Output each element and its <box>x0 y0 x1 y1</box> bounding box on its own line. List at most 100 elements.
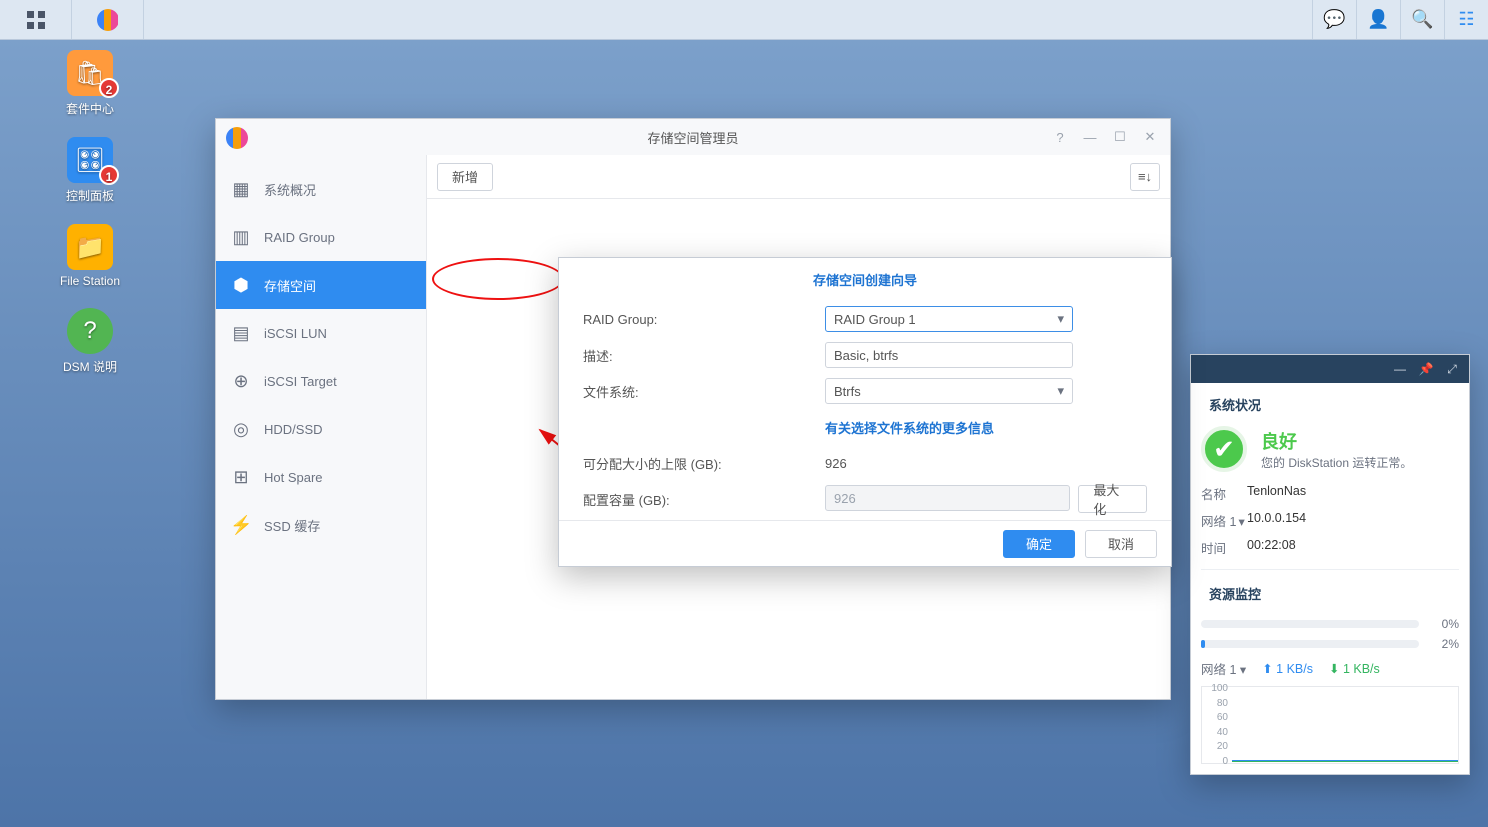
info-key[interactable]: 网络 1▾ <box>1201 511 1247 530</box>
max-alloc-value: 926 <box>825 456 847 471</box>
fs-info-link[interactable]: 有关选择文件系统的更多信息 <box>825 418 994 437</box>
taskbar: 💬 👤 🔍 ☷ <box>0 0 1488 40</box>
disk-icon: ◎ <box>230 419 252 440</box>
search-icon: 🔍 <box>1411 9 1433 30</box>
badge: 2 <box>99 78 119 98</box>
main-menu-button[interactable] <box>0 0 72 39</box>
sidebar-item-label: iSCSI LUN <box>264 326 327 341</box>
sidebar-item-label: 存储空间 <box>264 276 316 295</box>
sidebar-item-iscsi-lun[interactable]: ▤ iSCSI LUN <box>216 309 426 357</box>
select-value: Btrfs <box>834 384 861 399</box>
sort-button[interactable]: ≡↓ <box>1130 163 1160 191</box>
button-label: 确定 <box>1026 534 1052 553</box>
sidebar-item-raid-group[interactable]: ▥RAID Group <box>216 213 426 261</box>
ok-button[interactable]: 确定 <box>1003 530 1075 558</box>
grid-icon <box>27 11 45 29</box>
pin-icon[interactable]: 📌 <box>1415 362 1437 376</box>
desc-input[interactable]: Basic, btrfs <box>825 342 1073 368</box>
wizard-title: 存储空间创建向导 <box>559 258 1171 303</box>
chat-icon: 💬 <box>1323 9 1345 30</box>
info-value: TenlonNas <box>1247 484 1306 503</box>
titlebar[interactable]: 存储空间管理员 ? — ☐ ✕ <box>216 119 1170 155</box>
wizard-footer: 确定 取消 <box>559 520 1171 566</box>
input-value: Basic, btrfs <box>834 348 898 363</box>
help-button[interactable]: ? <box>1046 125 1074 149</box>
desktop-icon-package-center[interactable]: 🛍2 套件中心 <box>30 50 150 117</box>
tray-widget[interactable]: ☷ <box>1444 0 1488 39</box>
storage-manager-icon <box>97 9 119 31</box>
taskbar-app-storage-manager[interactable] <box>72 0 144 39</box>
tray-search[interactable]: 🔍 <box>1400 0 1444 39</box>
maximize-button[interactable]: 最大化 <box>1078 485 1147 513</box>
cancel-button[interactable]: 取消 <box>1085 530 1157 558</box>
net-label[interactable]: 网络 1 ▾ <box>1201 659 1246 678</box>
net-chart: 100 80 60 40 20 0 <box>1201 686 1459 764</box>
bar-percent: 2% <box>1429 637 1459 651</box>
desktop-icon-control-panel[interactable]: 🎛1 控制面板 <box>30 137 150 204</box>
chart-y-axis: 100 80 60 40 20 0 <box>1198 683 1228 767</box>
label-raid-group: RAID Group: <box>583 312 825 327</box>
chevron-down-icon: ▾ <box>1238 515 1244 529</box>
widget-section-title: 系统状况 <box>1201 389 1459 422</box>
status-row: ✔ 良好 您的 DiskStation 运转正常。 <box>1201 422 1459 480</box>
sidebar-item-label: 系统概况 <box>264 180 316 199</box>
sidebar-item-label: SSD 缓存 <box>264 516 320 535</box>
maximize-button[interactable]: ☐ <box>1106 125 1134 149</box>
desktop-icon-file-station[interactable]: 📁 File Station <box>30 224 150 288</box>
add-button[interactable]: 新增 <box>437 163 493 191</box>
chart-series-up <box>1232 760 1458 761</box>
minimize-button[interactable]: — <box>1076 125 1104 149</box>
sidebar: ▦ 系统概况 ▥RAID Group ⬢ 存储空间 ▤ iSCSI LUN ⊕ iSCS… <box>216 155 426 699</box>
sidebar-item-label: HDD/SSD <box>264 422 323 437</box>
input-value: 926 <box>834 491 856 506</box>
cubes-icon: ⬢ <box>230 275 252 296</box>
sidebar-item-hdd-ssd[interactable]: ◎ HDD/SSD <box>216 405 426 453</box>
info-key: 名称 <box>1201 484 1247 503</box>
bag-icon: 🛍2 <box>67 50 113 96</box>
wizard-form: RAID Group: RAID Group 1▾ 描述: Basic, btr… <box>559 303 1171 515</box>
badge: 1 <box>99 165 119 185</box>
globe-icon: ⊕ <box>230 371 252 392</box>
tray-user[interactable]: 👤 <box>1356 0 1400 39</box>
plus-box-icon: ⊞ <box>230 467 252 488</box>
label-filesystem: 文件系统: <box>583 382 825 401</box>
button-label: 最大化 <box>1093 480 1132 518</box>
sidebar-item-hot-spare[interactable]: ⊞ Hot Spare <box>216 453 426 501</box>
resource-bar: 0% <box>1201 617 1459 631</box>
net-down: ⬇ 1 KB/s <box>1329 661 1380 676</box>
sort-icon: ≡↓ <box>1138 169 1152 184</box>
sidebar-item-label: iSCSI Target <box>264 374 337 389</box>
minimize-icon[interactable]: — <box>1389 362 1411 376</box>
close-button[interactable]: ✕ <box>1136 125 1164 149</box>
sidebar-item-overview[interactable]: ▦ 系统概况 <box>216 165 426 213</box>
sidebar-item-label: Hot Spare <box>264 470 323 485</box>
sidebar-item-ssd-cache[interactable]: ⚡SSD 缓存 <box>216 501 426 549</box>
tray-chat[interactable]: 💬 <box>1312 0 1356 39</box>
user-icon: 👤 <box>1367 9 1389 30</box>
raid-group-select[interactable]: RAID Group 1▾ <box>825 306 1073 332</box>
sidebar-item-volume[interactable]: ⬢ 存储空间 <box>216 261 426 309</box>
desktop-icon-dsm-help[interactable]: ? DSM 说明 <box>30 308 150 375</box>
bars-icon: ▥ <box>230 227 252 248</box>
chart-series-down <box>1232 761 1458 762</box>
chevron-down-icon: ▾ <box>1057 311 1064 327</box>
expand-icon[interactable]: ⤢ <box>1441 362 1463 377</box>
window-volume-wizard: 存储空间创建向导 RAID Group: RAID Group 1▾ 描述: B… <box>558 257 1172 567</box>
database-icon: ▤ <box>230 323 252 344</box>
label-alloc: 配置容量 (GB): <box>583 490 825 509</box>
alloc-input[interactable]: 926 <box>825 485 1070 511</box>
info-value: 00:22:08 <box>1247 538 1296 557</box>
filesystem-select[interactable]: Btrfs▾ <box>825 378 1073 404</box>
desktop-icon-label: 套件中心 <box>30 100 150 117</box>
dashboard-icon: ▦ <box>230 179 252 200</box>
toolbar: 新增 ≡↓ <box>427 155 1170 199</box>
sliders-icon: 🎛1 <box>67 137 113 183</box>
widget-header[interactable]: — 📌 ⤢ <box>1191 355 1469 383</box>
sidebar-item-iscsi-target[interactable]: ⊕ iSCSI Target <box>216 357 426 405</box>
label-desc: 描述: <box>583 346 825 365</box>
desktop: 🛍2 套件中心 🎛1 控制面板 📁 File Station ? DSM 说明 <box>30 50 150 395</box>
chevron-down-icon: ▾ <box>1240 663 1246 677</box>
status-ok-icon: ✔ <box>1201 426 1247 472</box>
button-label: 取消 <box>1108 534 1134 553</box>
info-key: 时间 <box>1201 538 1247 557</box>
